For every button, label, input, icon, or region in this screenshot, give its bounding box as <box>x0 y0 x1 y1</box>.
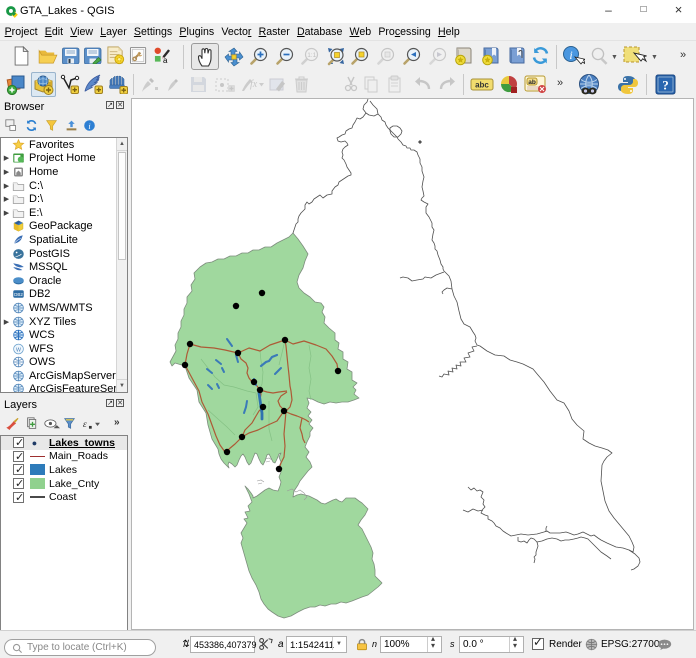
svg-text:ε: ε <box>83 419 87 430</box>
svg-text:fx: fx <box>250 79 258 90</box>
svg-text:DB2: DB2 <box>14 292 23 297</box>
svg-text:i: i <box>569 48 572 62</box>
svg-text:■: ■ <box>89 425 93 430</box>
svg-text:1:1: 1:1 <box>307 52 316 59</box>
svg-text:W: W <box>16 347 21 353</box>
svg-text:?: ? <box>662 78 669 93</box>
svg-text:abc: abc <box>475 81 489 90</box>
svg-text:i: i <box>88 122 90 131</box>
svg-text:ab: ab <box>528 79 536 86</box>
svg-text:a: a <box>163 56 168 64</box>
